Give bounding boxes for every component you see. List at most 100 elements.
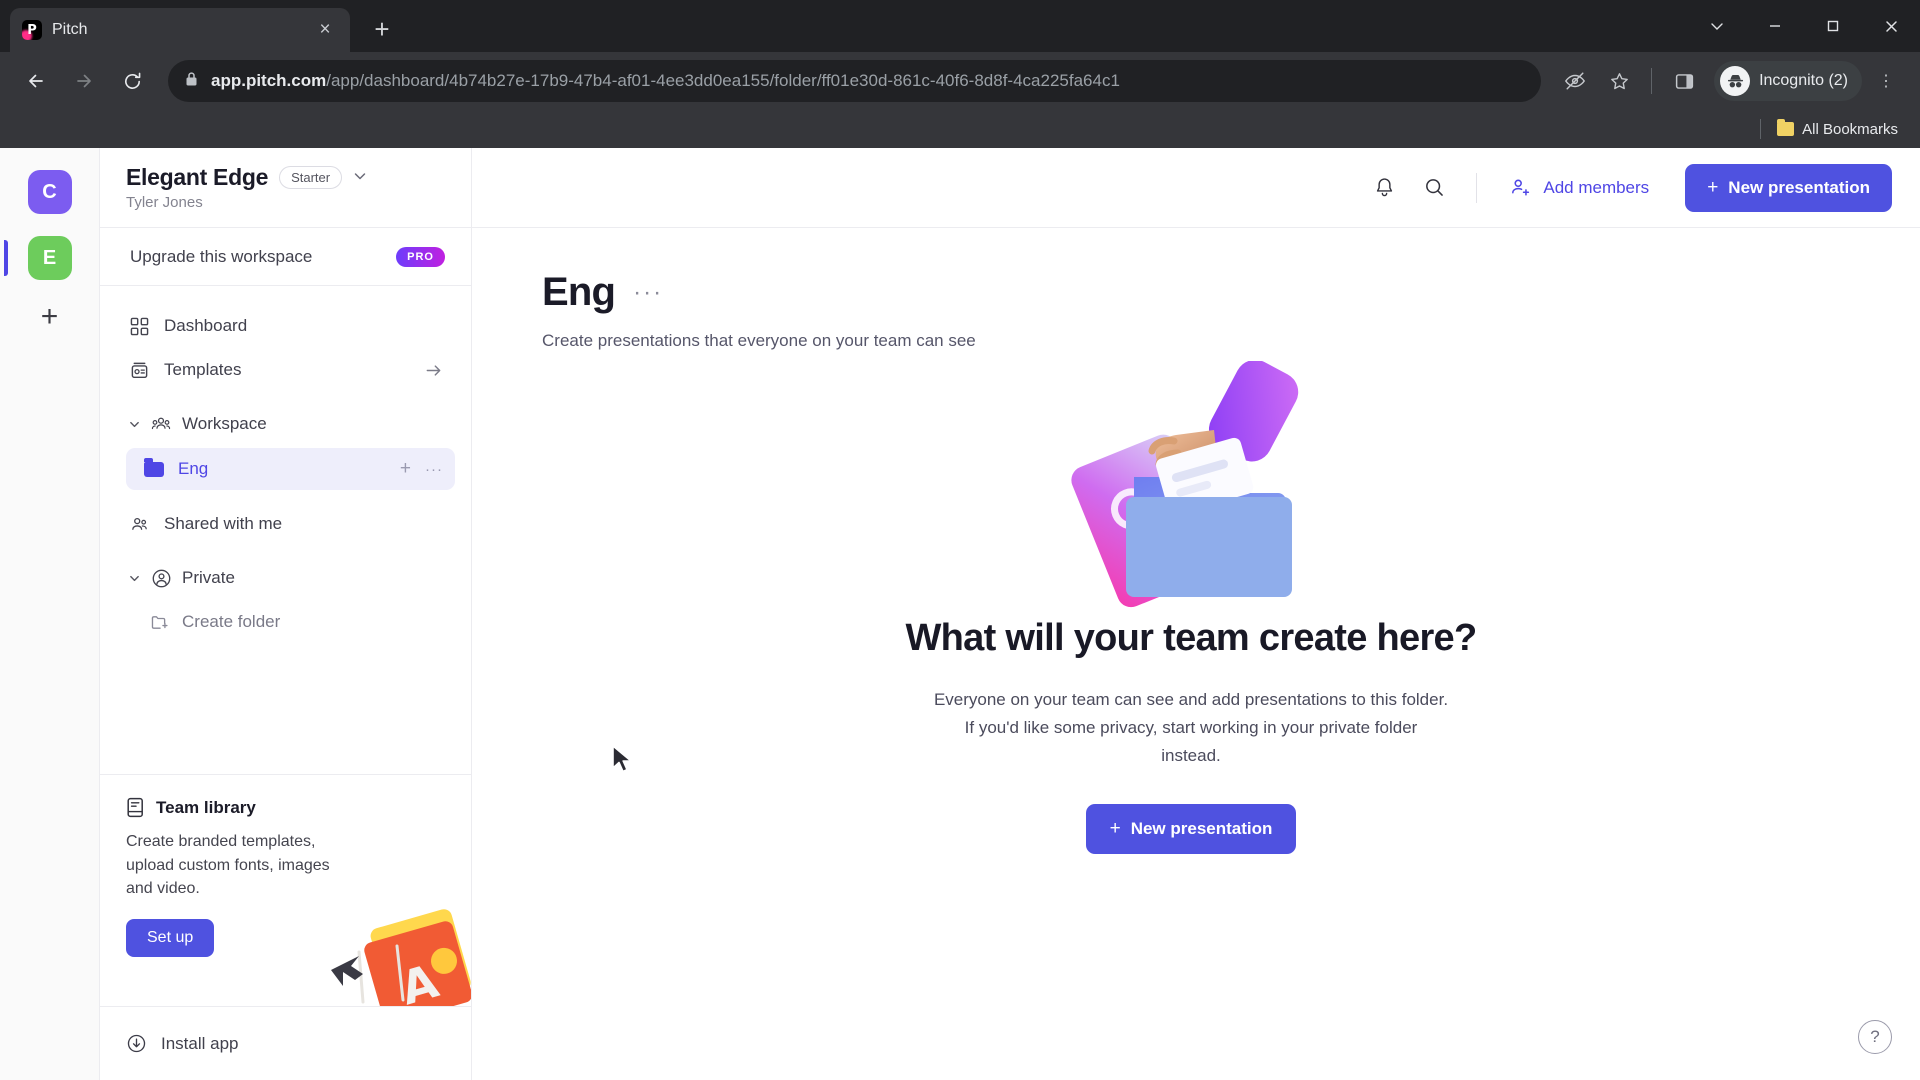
- sidebar-item-label: Templates: [164, 360, 242, 379]
- chevron-down-icon[interactable]: [128, 419, 140, 430]
- workspace-avatar-e[interactable]: E: [3, 236, 72, 280]
- team-library-description: Create branded templates, upload custom …: [126, 833, 330, 898]
- chevron-down-icon[interactable]: [128, 573, 140, 584]
- back-icon[interactable]: [14, 59, 58, 103]
- folder-icon: [144, 458, 164, 477]
- help-button[interactable]: ?: [1858, 1020, 1892, 1054]
- upgrade-label: Upgrade this workspace: [130, 246, 313, 266]
- tab-strip: P Pitch × +: [0, 0, 1920, 52]
- window-close-icon[interactable]: [1862, 0, 1920, 52]
- page-title: Eng: [542, 270, 616, 314]
- minimize-icon[interactable]: [1746, 0, 1804, 52]
- team-library-illustration: A: [331, 909, 471, 1006]
- arrow-right-icon[interactable]: [424, 361, 443, 380]
- page-subtitle: Create presentations that everyone on yo…: [542, 331, 976, 350]
- reload-icon[interactable]: [110, 59, 154, 103]
- main-header: Add members + New presentation: [472, 148, 1920, 228]
- upgrade-workspace-row[interactable]: Upgrade this workspace PRO: [100, 228, 471, 286]
- all-bookmarks-button[interactable]: All Bookmarks: [1771, 118, 1904, 141]
- side-panel-icon[interactable]: [1664, 61, 1704, 101]
- sidebar-nav: Dashboard Templates Workspace Eng + ··· …: [100, 286, 471, 774]
- empty-desc-line-2: If you'd like some privacy, start workin…: [964, 717, 1418, 737]
- add-members-button[interactable]: Add members: [1497, 168, 1661, 207]
- url-path: /app/dashboard/4b74b27e-17b9-47b4-af01-4…: [326, 71, 1120, 90]
- tab-title: Pitch: [52, 21, 88, 38]
- star-icon[interactable]: [1599, 61, 1639, 101]
- main-content: Add members + New presentation Eng ··· C…: [472, 148, 1920, 1080]
- sidebar-group-private[interactable]: Private: [116, 556, 455, 600]
- workspace-owner: Tyler Jones: [126, 194, 203, 211]
- folder-more-icon[interactable]: ···: [633, 280, 663, 304]
- team-library-card: Team library Create branded templates, u…: [100, 774, 471, 1006]
- chevron-down-icon[interactable]: [1688, 0, 1746, 52]
- new-presentation-button[interactable]: + New presentation: [1685, 163, 1892, 212]
- workspace-avatar-letter: E: [42, 246, 57, 269]
- folder-plus-icon: [150, 613, 169, 632]
- folder-icon: [1777, 119, 1795, 136]
- sidebar-group-label: Workspace: [182, 414, 267, 433]
- workspace-switcher[interactable]: Elegant Edge Starter Tyler Jones: [100, 148, 471, 228]
- workspace-name: Elegant Edge: [126, 164, 269, 190]
- empty-state: What will your team create here? Everyon…: [881, 361, 1501, 855]
- forward-icon[interactable]: [62, 59, 106, 103]
- empty-desc-line-1: Everyone on your team can see and add pr…: [933, 689, 1449, 709]
- new-presentation-label: New presentation: [1728, 177, 1870, 197]
- workspace-avatar-c[interactable]: C: [27, 170, 72, 214]
- incognito-icon: [1720, 66, 1751, 96]
- sidebar-group-workspace[interactable]: Workspace: [116, 402, 455, 446]
- lock-icon: [184, 71, 199, 92]
- profile-chip-incognito[interactable]: Incognito (2): [1714, 61, 1862, 101]
- workspace-avatar-letter: C: [42, 180, 57, 203]
- plus-icon: +: [1707, 176, 1719, 198]
- chevron-down-icon[interactable]: [353, 169, 367, 186]
- profile-label: Incognito (2): [1759, 72, 1848, 89]
- folder-more-icon[interactable]: ···: [425, 461, 443, 478]
- people-icon: [128, 513, 150, 535]
- install-app-button[interactable]: Install app: [100, 1006, 471, 1080]
- window-controls: [1688, 0, 1920, 52]
- bookmarks-bar: All Bookmarks: [0, 110, 1920, 148]
- create-folder-button[interactable]: Create folder: [138, 600, 455, 644]
- grid-icon: [128, 315, 150, 337]
- folder-view: Eng ··· Create presentations that everyo…: [472, 228, 1920, 1080]
- plan-badge: Starter: [279, 166, 343, 189]
- empty-state-heading: What will your team create here?: [905, 617, 1478, 659]
- browser-menu-icon[interactable]: ⋮: [1866, 61, 1906, 101]
- empty-state-new-presentation-button[interactable]: + New presentation: [1085, 804, 1297, 855]
- close-icon[interactable]: ×: [312, 17, 338, 43]
- url-text: app.pitch.com/app/dashboard/4b74b27e-17b…: [211, 71, 1525, 91]
- add-person-icon: [1509, 176, 1532, 199]
- team-library-setup-button[interactable]: Set up: [126, 919, 215, 958]
- eye-off-icon[interactable]: [1555, 61, 1595, 101]
- person-circle-icon: [150, 567, 172, 589]
- bell-icon[interactable]: [1362, 166, 1406, 210]
- add-workspace-button[interactable]: +: [41, 302, 59, 332]
- sidebar-item-dashboard[interactable]: Dashboard: [116, 304, 455, 348]
- sidebar: Elegant Edge Starter Tyler Jones Upgrade…: [100, 148, 472, 1080]
- templates-icon: [128, 359, 150, 381]
- plus-icon: +: [1109, 818, 1121, 840]
- url-host: app.pitch.com: [211, 71, 327, 90]
- download-icon: [126, 1033, 147, 1054]
- add-presentation-icon[interactable]: +: [400, 458, 411, 480]
- workspace-rail: C E +: [0, 148, 100, 1080]
- pro-badge: PRO: [396, 246, 445, 267]
- browser-toolbar: app.pitch.com/app/dashboard/4b74b27e-17b…: [0, 52, 1920, 110]
- browser-tab-pitch[interactable]: P Pitch ×: [10, 8, 350, 52]
- sidebar-folder-label: Eng: [178, 459, 209, 478]
- address-bar[interactable]: app.pitch.com/app/dashboard/4b74b27e-17b…: [168, 60, 1542, 102]
- create-folder-label: Create folder: [182, 612, 281, 631]
- sidebar-folder-eng[interactable]: Eng + ···: [126, 448, 455, 490]
- sidebar-item-shared-with-me[interactable]: Shared with me: [116, 502, 455, 546]
- sidebar-item-templates[interactable]: Templates: [116, 348, 455, 392]
- hand-placing-card-in-folder-illustration: [1071, 361, 1299, 608]
- new-tab-button[interactable]: +: [362, 9, 402, 49]
- browser-window: P Pitch × + app.pitch.com/app/dashboard/…: [0, 0, 1920, 1080]
- empty-state-description: Everyone on your team can see and add pr…: [934, 686, 1448, 771]
- maximize-icon[interactable]: [1804, 0, 1862, 52]
- search-icon[interactable]: [1412, 166, 1456, 210]
- pitch-logo-icon: P: [22, 20, 42, 40]
- pitch-app: C E + Elegant Edge Starter Tyler Jones U…: [0, 148, 1920, 1080]
- team-library-title: Team library: [156, 797, 256, 817]
- people-icon: [150, 413, 172, 435]
